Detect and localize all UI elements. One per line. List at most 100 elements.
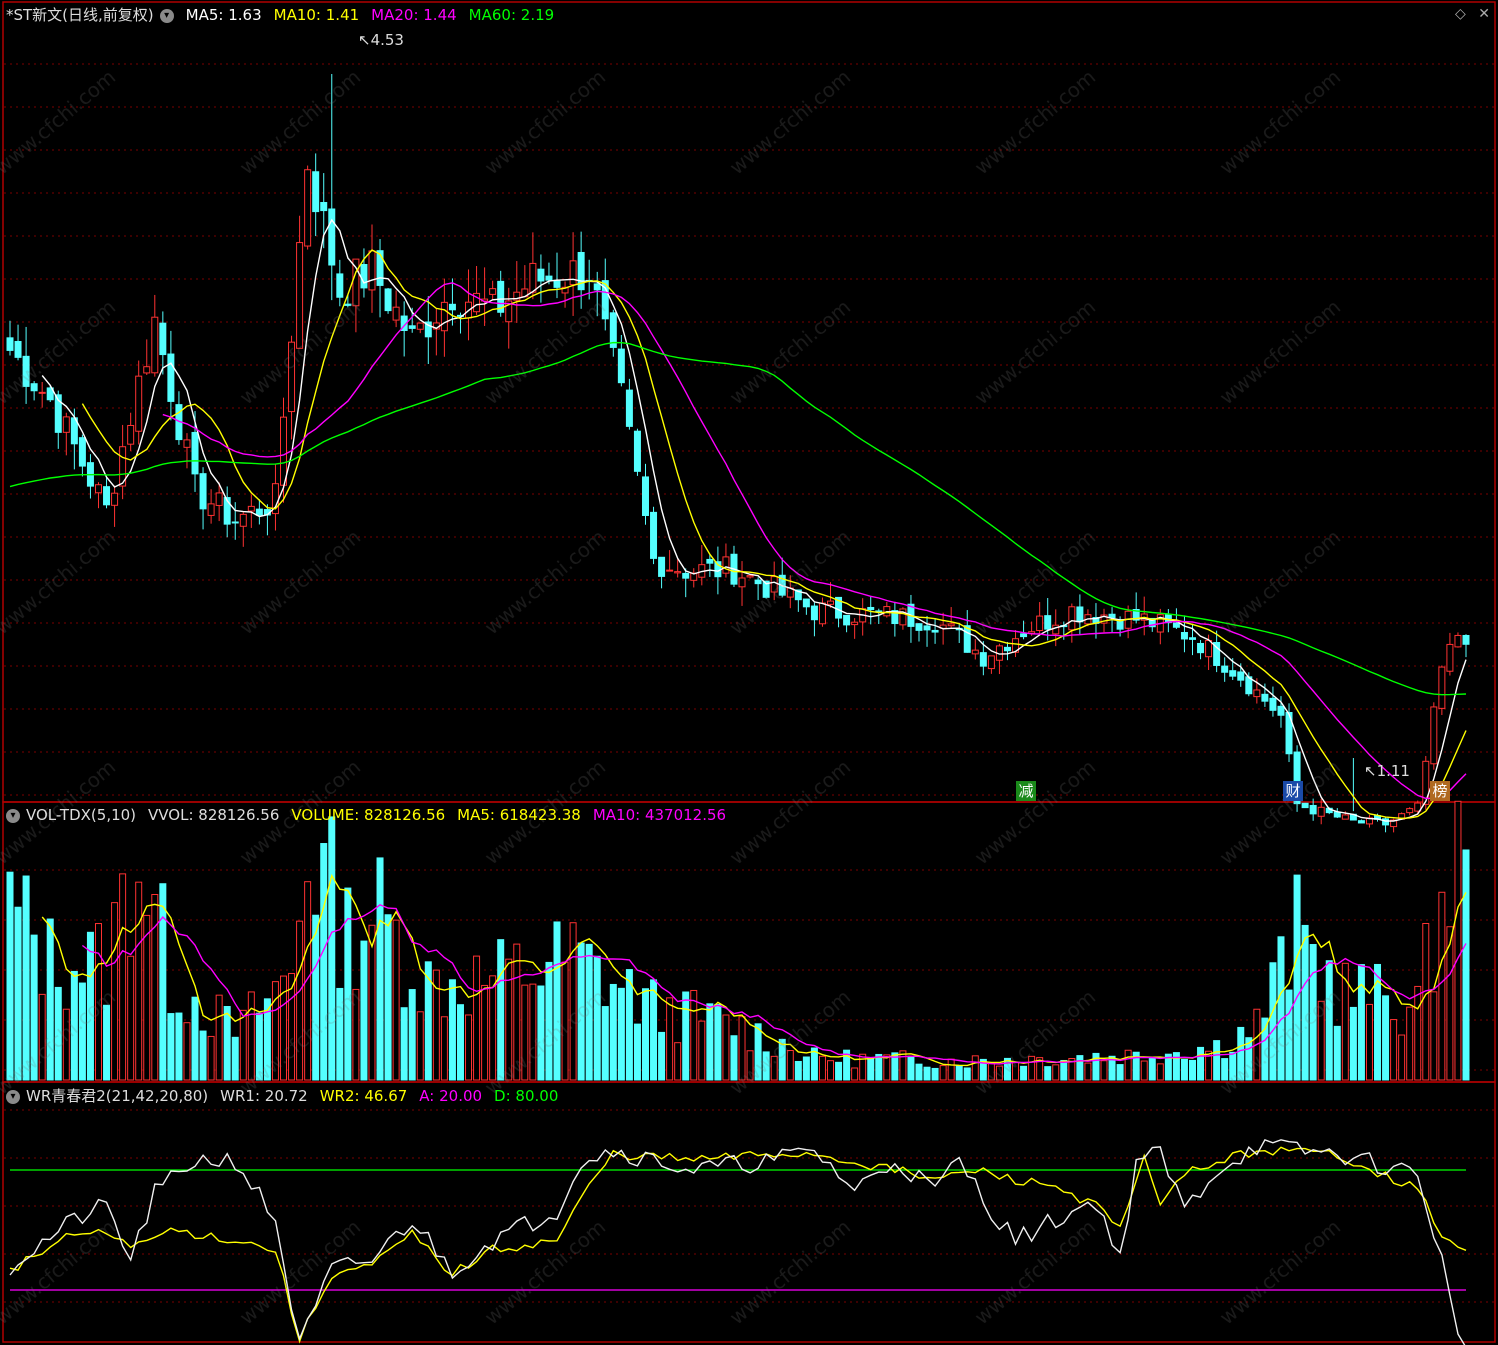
volume-bar — [802, 1056, 810, 1081]
candle-body — [199, 473, 207, 510]
volume-bar — [223, 1006, 231, 1081]
volume-bar — [1285, 989, 1293, 1081]
candle-body — [255, 508, 263, 516]
wr-label-2: A: 20.00 — [419, 1087, 483, 1105]
volume-bar — [939, 1065, 947, 1081]
candle-body — [1172, 622, 1180, 628]
chart-stage: www.cfchi.com www.cfchi.com www.cfchi.com w… — [0, 0, 1498, 1345]
candle-body — [1229, 670, 1237, 677]
volume-bar — [1462, 849, 1470, 1081]
volume-bar — [1357, 964, 1365, 1081]
candle-body — [1446, 643, 1454, 672]
volume-bar — [907, 1055, 915, 1081]
candle-body — [1197, 642, 1205, 654]
candle-body — [392, 306, 400, 321]
candle-body — [706, 558, 714, 564]
volume-bar — [416, 1011, 424, 1081]
volume-bar — [818, 1055, 826, 1081]
volume-bar — [1317, 1000, 1325, 1081]
candle-body — [304, 169, 312, 247]
candle-body — [448, 303, 456, 311]
volume-bar — [947, 1058, 955, 1081]
volume-bar — [995, 1065, 1003, 1081]
candle-body — [1044, 615, 1052, 630]
volume-bar — [376, 857, 384, 1081]
candle-body — [666, 569, 674, 572]
wr2-line — [9, 1146, 1467, 1344]
volume-bar — [22, 875, 30, 1081]
main-panel-title: *ST新文(日线,前复权) — [6, 6, 154, 24]
signal-marker-2[interactable]: 榜 — [1430, 781, 1450, 801]
volume-bar — [473, 955, 481, 1081]
candle-body — [1261, 693, 1269, 702]
volume-bar — [1382, 995, 1390, 1081]
volume-bar — [714, 1003, 722, 1081]
volume-bar — [1430, 991, 1438, 1081]
candle-body — [352, 258, 360, 307]
volume-bar — [392, 919, 400, 1081]
diamond-icon[interactable]: ◇ — [1455, 6, 1466, 22]
wr-panel-border — [2, 1081, 1496, 1343]
candle-body — [1430, 706, 1438, 765]
candle-body — [987, 655, 995, 670]
volume-bar — [923, 1066, 931, 1081]
candle-body — [103, 486, 111, 506]
candle-body — [633, 430, 641, 472]
candle-body — [569, 260, 577, 286]
candle-body — [22, 355, 30, 387]
candle-body — [1382, 818, 1390, 826]
volume-bar — [78, 982, 86, 1081]
volume-bar — [183, 1022, 191, 1081]
candle-body — [1277, 705, 1285, 716]
candle-body — [320, 202, 328, 212]
volume-bar — [1365, 1003, 1373, 1081]
volume-bar — [151, 894, 159, 1081]
volume-bar — [344, 887, 352, 1081]
stock-chart-svg — [2, 1, 1496, 1345]
window-controls: ◇ ✕ — [1455, 6, 1490, 22]
volume-bar — [159, 883, 167, 1081]
volume-bar — [690, 989, 698, 1081]
candle-body — [440, 301, 448, 332]
volume-bar — [440, 1016, 448, 1081]
candle-body — [843, 614, 851, 626]
volume-bar — [955, 1065, 963, 1081]
ma-legend: MA5: 1.63 MA10: 1.41 MA20: 1.44 MA60: 2.19 — [180, 6, 561, 24]
close-icon[interactable]: ✕ — [1478, 6, 1490, 22]
volume-bar — [360, 940, 368, 1081]
candle-body — [1116, 620, 1124, 630]
candle-body — [78, 437, 86, 467]
ma10-line — [81, 249, 1467, 820]
ma-label-2: MA20: 1.44 — [371, 6, 457, 24]
volume-bar — [971, 1055, 979, 1081]
volume-bar — [384, 914, 392, 1081]
candle-body — [722, 556, 730, 574]
volume-bar — [103, 1004, 111, 1081]
candle-body — [529, 262, 537, 293]
collapse-icon[interactable]: ▾ — [6, 808, 20, 823]
vol-label-3: MA10: 437012.56 — [592, 806, 727, 824]
collapse-icon[interactable]: ▾ — [6, 1089, 20, 1104]
volume-bar — [255, 1012, 263, 1081]
volume-bar — [1044, 1066, 1052, 1081]
volume-bar — [191, 996, 199, 1081]
candle-body — [368, 250, 376, 291]
volume-bar — [271, 981, 279, 1081]
signal-marker-1[interactable]: 财 — [1283, 781, 1303, 801]
volume-bar — [1349, 1006, 1357, 1081]
candle-body — [625, 389, 633, 427]
volume-bar — [54, 986, 62, 1081]
ma5-line — [41, 218, 1467, 822]
candle-body — [1237, 671, 1245, 681]
candle-body — [135, 375, 143, 432]
collapse-icon[interactable]: ▾ — [159, 8, 174, 23]
vol-label-1: VOLUME: 828126.56 — [291, 806, 446, 824]
volume-bar — [633, 1023, 641, 1081]
signal-marker-0[interactable]: 减 — [1016, 781, 1036, 801]
candle-body — [658, 556, 666, 577]
candle-body — [376, 250, 384, 286]
candle-body — [183, 439, 191, 448]
volume-bar — [851, 1067, 859, 1081]
candle-body — [1317, 806, 1325, 817]
volume-bar — [1188, 1059, 1196, 1081]
